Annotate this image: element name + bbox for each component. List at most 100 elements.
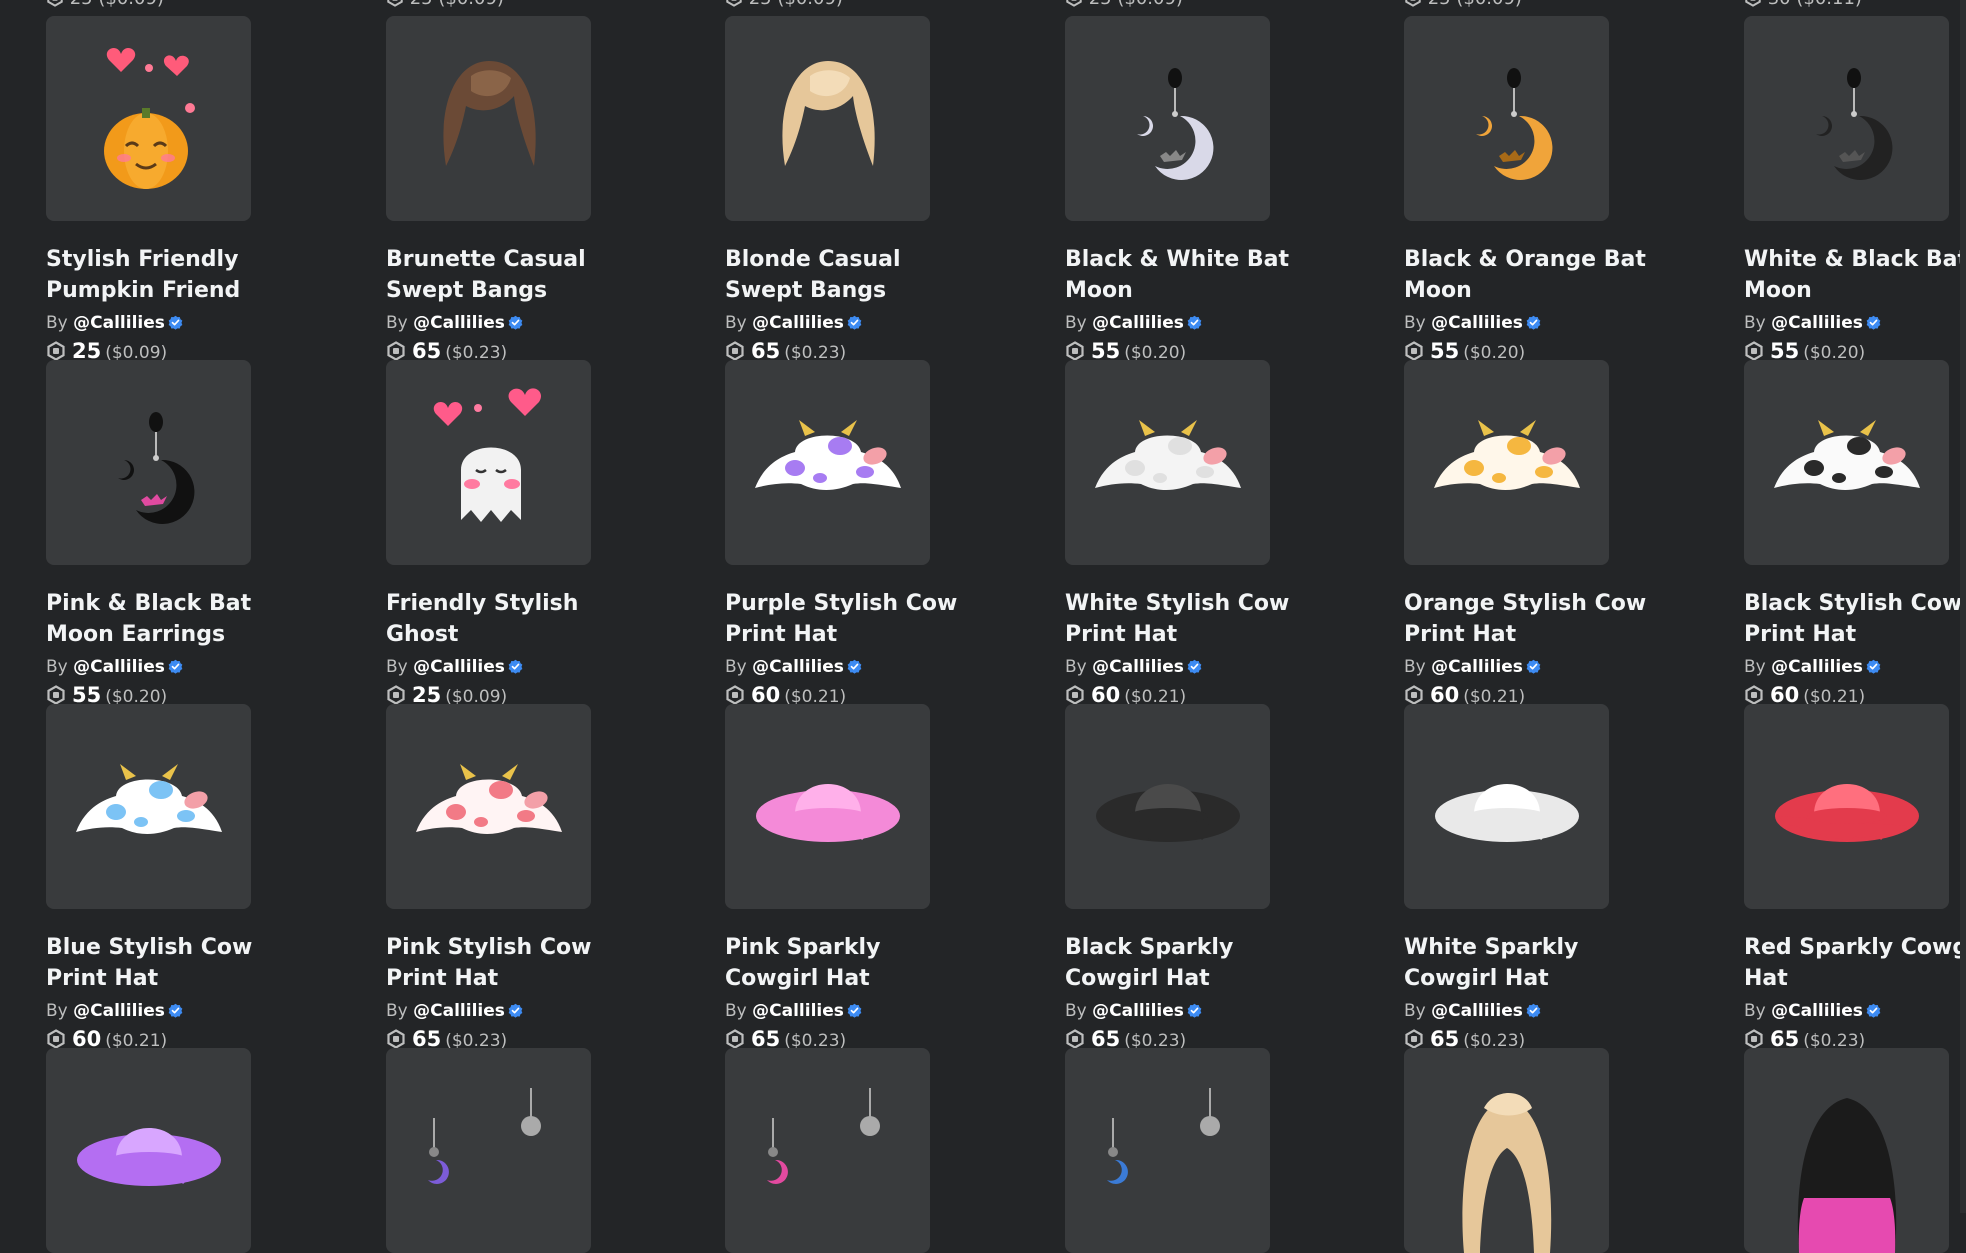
creator-link[interactable]: @Callilies	[1092, 657, 1184, 677]
verified-badge-icon	[168, 659, 183, 674]
creator-link[interactable]: @Callilies	[73, 657, 165, 677]
moon-earring-icon	[1107, 1088, 1237, 1211]
item-name[interactable]: Stylish Friendly Pumpkin Friend	[46, 244, 296, 306]
item-thumbnail[interactable]	[386, 1048, 591, 1253]
creator-line: By @Callilies	[725, 657, 862, 677]
creator-link[interactable]: @Callilies	[413, 1001, 505, 1021]
item-thumbnail[interactable]	[1404, 360, 1609, 565]
item-name[interactable]: Friendly Stylish Ghost	[386, 588, 636, 650]
moon-earring-icon	[767, 1088, 897, 1211]
item-name[interactable]: Pink Sparkly Cowgirl Hat	[725, 932, 975, 994]
verified-badge-icon	[1187, 315, 1202, 330]
item-name[interactable]: Blue Stylish Cow Print Hat	[46, 932, 296, 994]
owned-check-icon	[896, 187, 930, 221]
robux-icon	[1065, 685, 1085, 705]
owned-check-icon	[557, 187, 591, 221]
item-name[interactable]: Orange Stylish Cow Print Hat	[1404, 588, 1654, 650]
robux-icon	[46, 1029, 66, 1049]
creator-link[interactable]: @Callilies	[1431, 657, 1523, 677]
creator-link[interactable]: @Callilies	[1771, 657, 1863, 677]
by-label: By	[46, 1001, 68, 1021]
creator-link[interactable]: @Callilies	[752, 313, 844, 333]
item-name[interactable]: Pink & Black Bat Moon Earrings	[46, 588, 296, 650]
by-label: By	[1404, 313, 1426, 333]
by-label: By	[1744, 1001, 1766, 1021]
item-name[interactable]: White & Black Bat Moon	[1744, 244, 1966, 306]
creator-link[interactable]: @Callilies	[73, 1001, 165, 1021]
creator-link[interactable]: @Callilies	[413, 657, 505, 677]
item-name[interactable]: Brunette Casual Swept Bangs	[386, 244, 636, 306]
creator-line: By @Callilies	[725, 313, 862, 333]
previous-row-price: 25 ($0.09)	[725, 0, 843, 9]
creator-link[interactable]: @Callilies	[1771, 313, 1863, 333]
item-thumbnail[interactable]	[1065, 1048, 1270, 1253]
creator-line: By @Callilies	[386, 313, 523, 333]
by-label: By	[725, 313, 747, 333]
creator-link[interactable]: @Callilies	[1092, 313, 1184, 333]
item-name[interactable]: Purple Stylish Cow Print Hat	[725, 588, 975, 650]
creator-link[interactable]: @Callilies	[752, 1001, 844, 1021]
item-thumbnail[interactable]	[46, 1048, 251, 1253]
item-thumbnail[interactable]	[1065, 704, 1270, 909]
by-label: By	[725, 657, 747, 677]
creator-line: By @Callilies	[46, 313, 183, 333]
creator-link[interactable]: @Callilies	[1771, 1001, 1863, 1021]
creator-line: By @Callilies	[1744, 657, 1881, 677]
item-name[interactable]: White Sparkly Cowgirl Hat	[1404, 932, 1654, 994]
item-thumbnail[interactable]	[386, 360, 591, 565]
by-label: By	[1065, 1001, 1087, 1021]
verified-badge-icon	[168, 315, 183, 330]
item-thumbnail[interactable]	[1404, 16, 1609, 221]
verified-badge-icon	[1866, 315, 1881, 330]
item-thumbnail[interactable]	[1744, 1048, 1949, 1253]
creator-link[interactable]: @Callilies	[752, 657, 844, 677]
by-label: By	[1744, 313, 1766, 333]
creator-link[interactable]: @Callilies	[1092, 1001, 1184, 1021]
item-thumbnail[interactable]	[725, 16, 930, 221]
item-name[interactable]: Red Sparkly Cowgirl Hat	[1744, 932, 1966, 994]
owned-check-icon	[1915, 531, 1949, 565]
item-thumbnail[interactable]	[725, 704, 930, 909]
verified-badge-icon	[508, 315, 523, 330]
item-name[interactable]: Blonde Casual Swept Bangs	[725, 244, 975, 306]
owned-check-icon	[217, 531, 251, 565]
previous-row-price: 25 ($0.09)	[1404, 0, 1522, 9]
item-thumbnail[interactable]	[725, 1048, 930, 1253]
item-thumbnail[interactable]	[46, 16, 251, 221]
item-name[interactable]: Pink Stylish Cow Print Hat	[386, 932, 636, 994]
item-thumbnail[interactable]	[46, 360, 251, 565]
item-thumbnail[interactable]	[386, 16, 591, 221]
robux-icon	[386, 685, 406, 705]
robux-icon	[46, 685, 66, 705]
item-thumbnail[interactable]	[46, 704, 251, 909]
creator-line: By @Callilies	[1065, 313, 1202, 333]
creator-link[interactable]: @Callilies	[73, 313, 165, 333]
owned-check-icon	[1575, 187, 1609, 221]
robux-icon	[1404, 685, 1424, 705]
robux-icon	[725, 341, 745, 361]
item-name[interactable]: Black & White Bat Moon	[1065, 244, 1315, 306]
item-thumbnail[interactable]	[1404, 704, 1609, 909]
item-thumbnail[interactable]	[1404, 1048, 1609, 1253]
item-thumbnail[interactable]	[386, 704, 591, 909]
item-thumbnail[interactable]	[1744, 704, 1949, 909]
creator-line: By @Callilies	[1404, 1001, 1541, 1021]
item-thumbnail[interactable]	[1065, 360, 1270, 565]
scrollbar[interactable]	[1960, 0, 1966, 1213]
robux-icon	[1404, 341, 1424, 361]
item-thumbnail[interactable]	[725, 360, 930, 565]
creator-link[interactable]: @Callilies	[1431, 313, 1523, 333]
item-thumbnail[interactable]	[1744, 360, 1949, 565]
item-thumbnail[interactable]	[1065, 16, 1270, 221]
item-name[interactable]: Black Sparkly Cowgirl Hat	[1065, 932, 1315, 994]
creator-line: By @Callilies	[1744, 1001, 1881, 1021]
item-name[interactable]: White Stylish Cow Print Hat	[1065, 588, 1315, 650]
item-name[interactable]: Black Stylish Cow Print Hat	[1744, 588, 1966, 650]
moon-earring-icon	[428, 1088, 558, 1211]
item-thumbnail[interactable]	[1744, 16, 1949, 221]
owned-check-icon	[896, 531, 930, 565]
creator-link[interactable]: @Callilies	[1431, 1001, 1523, 1021]
verified-badge-icon	[1526, 315, 1541, 330]
item-name[interactable]: Black & Orange Bat Moon	[1404, 244, 1654, 306]
creator-link[interactable]: @Callilies	[413, 313, 505, 333]
